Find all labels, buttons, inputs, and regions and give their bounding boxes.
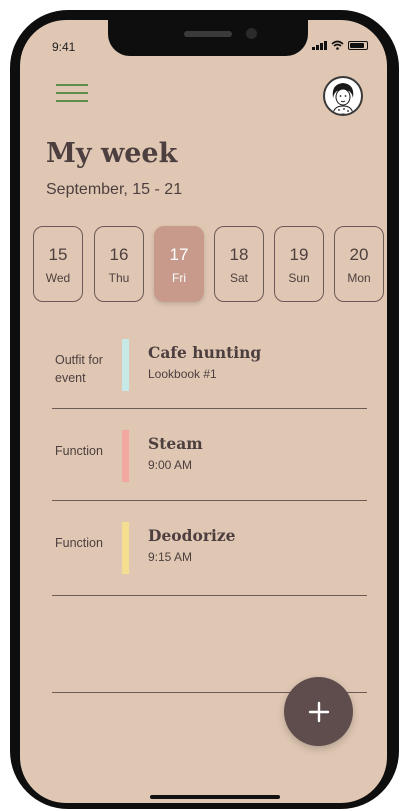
day-number: 20 <box>349 245 369 264</box>
plus-icon <box>308 701 329 722</box>
event-category: Outfit for event <box>55 353 103 385</box>
day-number: 16 <box>109 245 129 264</box>
front-camera <box>246 28 257 39</box>
phone-notch <box>108 20 308 56</box>
event-subtitle: 9:00 AM <box>148 458 193 472</box>
week-range: September, 15 - 21 <box>46 181 183 198</box>
day-number: 19 <box>289 245 309 264</box>
status-icons <box>312 40 368 50</box>
event-category: Function <box>55 536 103 550</box>
hamburger-menu-icon[interactable] <box>56 80 88 106</box>
day-card-sat[interactable]: 18 Sat <box>214 226 264 302</box>
day-name: Mon <box>347 271 371 285</box>
day-name: Wed <box>45 271 71 285</box>
profile-avatar[interactable] <box>323 76 363 116</box>
add-button[interactable] <box>284 677 353 746</box>
status-time: 9:41 <box>52 40 76 54</box>
day-name: Sun <box>288 271 310 285</box>
event-subtitle: 9:15 AM <box>148 550 193 564</box>
day-name: Sat <box>229 271 248 285</box>
event-item-cafe-hunting[interactable]: Outfit for event Cafe hunting Lookbook #… <box>52 339 367 393</box>
day-card-thu[interactable]: 16 Thu <box>94 226 144 302</box>
avatar-illustration <box>332 83 354 114</box>
event-color-bar <box>122 522 129 574</box>
event-color-bar <box>122 339 129 391</box>
event-title: Deodorize <box>148 526 236 545</box>
list-divider <box>52 595 367 596</box>
event-category: Function <box>55 444 103 458</box>
wifi-icon <box>331 40 344 50</box>
event-subtitle: Lookbook #1 <box>148 367 217 381</box>
battery-icon <box>348 40 368 50</box>
page-title: My week <box>46 138 178 169</box>
event-item-deodorize[interactable]: Function Deodorize 9:15 AM <box>52 522 367 576</box>
day-name: Thu <box>108 271 130 285</box>
home-indicator[interactable] <box>150 795 280 799</box>
list-divider <box>52 500 367 501</box>
day-card-mon[interactable]: 20 Mon <box>334 226 384 302</box>
event-title: Steam <box>148 434 203 453</box>
event-color-bar <box>122 430 129 482</box>
speaker-grille <box>184 31 232 37</box>
event-item-steam[interactable]: Function Steam 9:00 AM <box>52 430 367 484</box>
day-number: 18 <box>229 245 249 264</box>
day-name: Fri <box>172 271 186 285</box>
list-divider <box>52 408 367 409</box>
event-title: Cafe hunting <box>148 343 262 362</box>
day-number: 15 <box>48 245 68 264</box>
day-card-fri[interactable]: 17 Fri <box>154 226 204 302</box>
day-number: 17 <box>169 245 189 264</box>
signal-icon <box>312 40 327 50</box>
day-card-wed[interactable]: 15 Wed <box>33 226 83 302</box>
day-card-sun[interactable]: 19 Sun <box>274 226 324 302</box>
